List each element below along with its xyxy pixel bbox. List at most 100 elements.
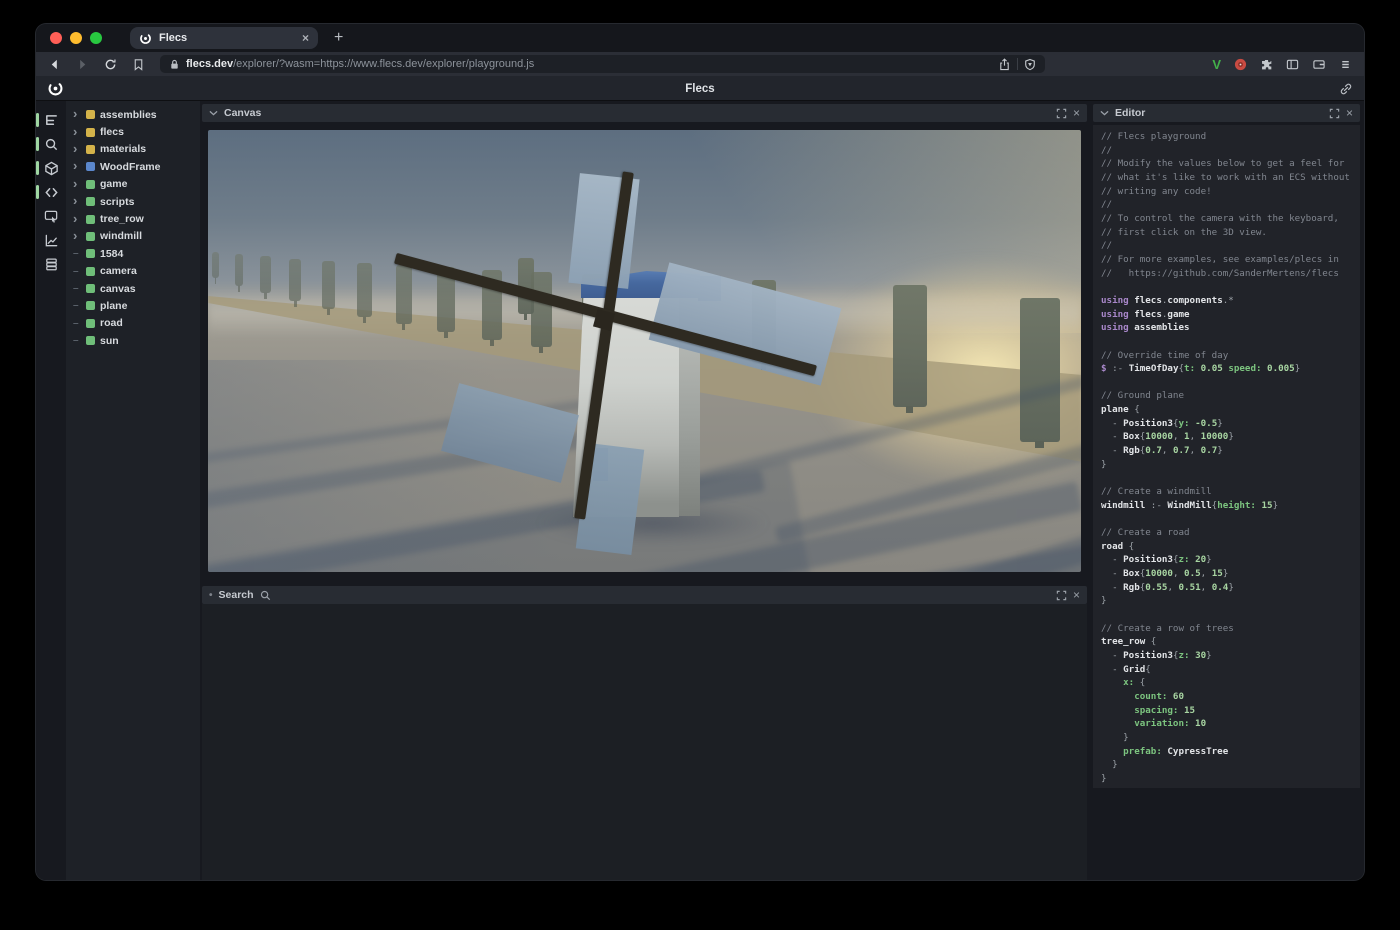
page-header: Flecs — [36, 76, 1364, 101]
expand-arrow-icon[interactable]: › — [73, 229, 81, 242]
code-editor-icon[interactable] — [36, 181, 66, 203]
expand-arrow-icon[interactable]: › — [73, 177, 81, 190]
extension-area: V — [1212, 58, 1352, 71]
code-line: x: { — [1101, 676, 1360, 690]
bookmark-icon[interactable] — [132, 58, 145, 71]
tree-item-1584[interactable]: –1584 — [66, 245, 200, 262]
scene-3d-icon[interactable] — [36, 157, 66, 179]
extensions-puzzle-icon[interactable] — [1260, 58, 1273, 71]
tree-item-materials[interactable]: ›materials — [66, 141, 200, 158]
prefab-color-swatch — [86, 162, 95, 171]
module-color-swatch — [86, 128, 95, 137]
search-panel-title: Search — [219, 589, 254, 601]
tree-item-sun[interactable]: –sun — [66, 332, 200, 349]
code-line: - Position3{z: 30} — [1101, 649, 1360, 663]
tree-item-windmill[interactable]: › windmill — [66, 228, 200, 245]
code-line: - Rgb{0.55, 0.51, 0.4} — [1101, 581, 1360, 595]
cypress-tree-3d — [357, 263, 372, 317]
chevron-down-icon[interactable] — [1100, 110, 1109, 116]
code-line: } — [1101, 458, 1360, 472]
code-line: windmill :- WindMill{height: 15} — [1101, 499, 1360, 513]
tab-close-icon[interactable]: × — [302, 32, 309, 44]
code-line: count: 60 — [1101, 690, 1360, 704]
tree-item-WoodFrame[interactable]: › WoodFrame — [66, 158, 200, 175]
code-line — [1101, 471, 1360, 485]
tree-item-plane[interactable]: –plane — [66, 297, 200, 314]
editor-panel-title: Editor — [1115, 107, 1145, 119]
code-line: // Create a road — [1101, 526, 1360, 540]
code-line — [1101, 608, 1360, 622]
url-bar[interactable]: flecs.dev/explorer/?wasm=https://www.fle… — [160, 55, 1045, 73]
query-list-icon[interactable] — [36, 253, 66, 275]
expand-arrow-icon[interactable]: › — [73, 159, 81, 172]
inspector-window-icon[interactable] — [36, 205, 66, 227]
search-results-area[interactable] — [202, 604, 1087, 880]
code-line: } — [1101, 731, 1360, 745]
tree-item-tree_row[interactable]: ›tree_row — [66, 210, 200, 227]
tree-item-label: canvas — [100, 283, 136, 295]
new-tab-button[interactable]: + — [334, 30, 343, 46]
expand-arrow-icon[interactable]: › — [73, 142, 81, 155]
tree-item-camera[interactable]: –camera — [66, 263, 200, 280]
tree-item-flecs[interactable]: › flecs — [66, 123, 200, 140]
red-extension-icon[interactable] — [1234, 58, 1247, 71]
menu-icon[interactable] — [1339, 58, 1352, 71]
expand-icon[interactable] — [1056, 108, 1067, 119]
sidebar-toggle-icon[interactable] — [1286, 58, 1299, 71]
code-line: // Override time of day — [1101, 349, 1360, 363]
tree-item-assemblies[interactable]: ›assemblies — [66, 106, 200, 123]
active-indicator — [36, 113, 39, 127]
wallet-icon[interactable] — [1312, 58, 1326, 71]
code-line: // For more examples, see examples/plecs… — [1101, 253, 1360, 267]
code-editor[interactable]: // Flecs playground//// Modify the value… — [1093, 125, 1360, 788]
code-line: - Position3{z: 20} — [1101, 553, 1360, 567]
close-window-button[interactable] — [50, 32, 62, 44]
entity-tree-icon[interactable] — [36, 109, 66, 131]
canvas-3d-view[interactable] — [208, 130, 1081, 572]
close-icon[interactable]: × — [1073, 107, 1080, 119]
close-icon[interactable]: × — [1346, 107, 1353, 119]
code-line: - Rgb{0.7, 0.7, 0.7} — [1101, 444, 1360, 458]
tree-item-scripts[interactable]: › scripts — [66, 193, 200, 210]
v-extension-icon[interactable]: V — [1212, 58, 1221, 71]
code-line: // https://github.com/SanderMertens/flec… — [1101, 267, 1360, 281]
close-icon[interactable]: × — [1073, 589, 1080, 601]
code-line: - Grid{ — [1101, 663, 1360, 677]
share-icon[interactable] — [998, 58, 1011, 71]
code-line: // — [1101, 239, 1360, 253]
share-link-icon[interactable] — [1339, 82, 1353, 96]
chevron-down-icon[interactable] — [209, 110, 218, 116]
forward-icon[interactable] — [76, 58, 89, 71]
tree-item-label: windmill — [100, 230, 142, 242]
code-line: // To control the camera with the keyboa… — [1101, 212, 1360, 226]
code-line: // Create a row of trees — [1101, 622, 1360, 636]
expand-icon[interactable] — [1056, 590, 1067, 601]
tree-item-road[interactable]: –road — [66, 315, 200, 332]
expand-arrow-icon[interactable]: › — [73, 107, 81, 120]
search-icon[interactable] — [36, 133, 66, 155]
cypress-tree-3d — [235, 254, 244, 286]
back-icon[interactable] — [48, 58, 61, 71]
icon-rail — [36, 101, 66, 880]
entity-color-swatch — [86, 215, 95, 224]
expand-arrow-icon[interactable]: › — [73, 125, 81, 138]
tree-item-label: scripts — [100, 196, 134, 208]
expand-arrow-icon[interactable]: › — [73, 194, 81, 207]
bullet-icon: • — [209, 590, 213, 601]
tree-item-game[interactable]: ›game — [66, 176, 200, 193]
code-line: tree_row { — [1101, 635, 1360, 649]
zoom-window-button[interactable] — [90, 32, 102, 44]
brave-shield-icon[interactable] — [1024, 58, 1036, 71]
tree-item-canvas[interactable]: –canvas — [66, 280, 200, 297]
expand-icon[interactable] — [1329, 108, 1340, 119]
expand-arrow-icon[interactable]: › — [73, 212, 81, 225]
browser-toolbar: flecs.dev/explorer/?wasm=https://www.fle… — [36, 52, 1364, 76]
reload-icon[interactable] — [104, 58, 117, 71]
statistics-chart-icon[interactable] — [36, 229, 66, 251]
code-line: } — [1101, 772, 1360, 786]
minimize-window-button[interactable] — [70, 32, 82, 44]
browser-tab[interactable]: Flecs × — [130, 27, 318, 49]
tree-item-label: WoodFrame — [100, 161, 160, 173]
tree-item-label: flecs — [100, 126, 124, 138]
code-line: road { — [1101, 540, 1360, 554]
